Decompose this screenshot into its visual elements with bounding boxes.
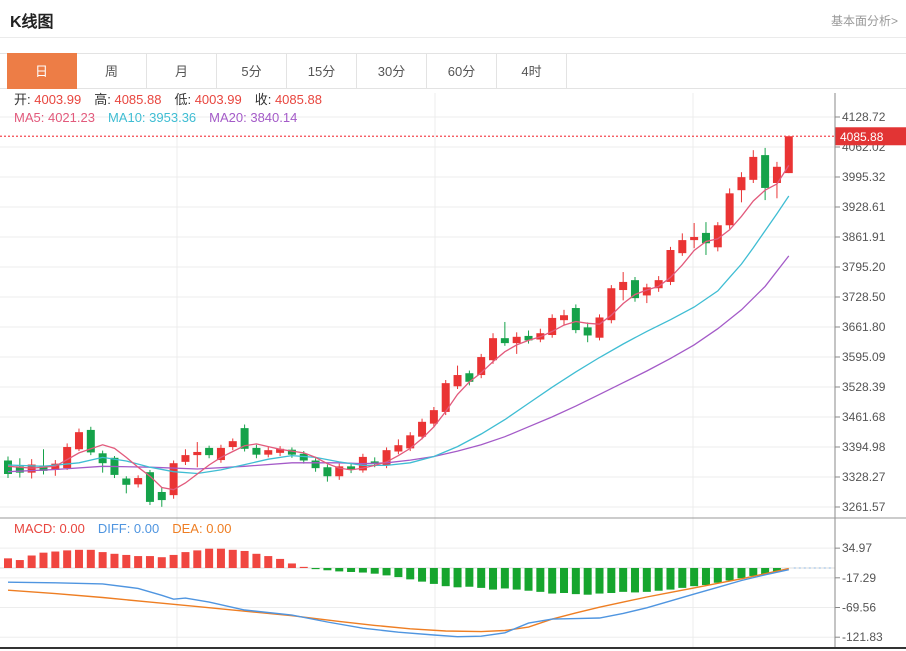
- macd-item: DEA: 0.00: [172, 521, 232, 536]
- svg-text:3661.80: 3661.80: [842, 320, 886, 334]
- svg-text:3261.57: 3261.57: [842, 500, 886, 514]
- ohlc-legend: 开: 4003.99 高: 4085.88 低: 4003.99 收: 4085.88: [14, 92, 335, 107]
- svg-text:-17.29: -17.29: [842, 571, 876, 585]
- ma-legend: MA5: 4021.23 MA10: 3953.36 MA20: 3840.14: [14, 110, 310, 125]
- chart-plot-area[interactable]: [0, 93, 835, 648]
- svg-text:3928.61: 3928.61: [842, 200, 886, 214]
- macd-item: MACD: 0.00: [14, 521, 85, 536]
- tab-周[interactable]: 周: [77, 53, 147, 89]
- tab-月[interactable]: 月: [147, 53, 217, 89]
- macd-legend: MACD: 0.00 DIFF: 0.00 DEA: 0.00: [14, 521, 245, 536]
- page-title: K线图: [10, 14, 54, 31]
- svg-text:-121.83: -121.83: [842, 630, 883, 644]
- tab-日[interactable]: 日: [7, 53, 77, 89]
- ohlc-item: 收: 4085.88: [254, 92, 322, 107]
- tab-4时[interactable]: 4时: [497, 53, 567, 89]
- interval-tabs: 日周月 5分 15分 30分 60分 4时: [7, 53, 567, 89]
- ma-item: MA5: 4021.23: [14, 110, 95, 125]
- macd-item: DIFF: 0.00: [97, 521, 160, 536]
- svg-text:34.97: 34.97: [842, 541, 872, 555]
- svg-text:-69.56: -69.56: [842, 601, 876, 615]
- ohlc-item: 高: 4085.88: [94, 92, 162, 107]
- svg-text:3595.09: 3595.09: [842, 350, 886, 364]
- kline-widget: K线图 基本面分析> 日周月 5分 15分 30分 60分 4时 4128.72 4062.…: [0, 0, 906, 651]
- tab-15分[interactable]: 15分: [287, 53, 357, 89]
- svg-text:3528.39: 3528.39: [842, 380, 886, 394]
- current-price-tag-value: 4085.88: [840, 130, 884, 144]
- tab-60分[interactable]: 60分: [427, 53, 497, 89]
- svg-text:3461.68: 3461.68: [842, 410, 886, 424]
- svg-text:3328.27: 3328.27: [842, 470, 886, 484]
- svg-text:3394.98: 3394.98: [842, 440, 886, 454]
- svg-text:4128.72: 4128.72: [842, 110, 886, 124]
- fundamental-analysis-link[interactable]: 基本面分析>: [831, 12, 898, 29]
- svg-text:3861.91: 3861.91: [842, 230, 886, 244]
- ma-item: MA10: 3953.36: [107, 110, 197, 125]
- tab-5分[interactable]: 5分: [217, 53, 287, 89]
- ma-item: MA20: 3840.14: [209, 110, 298, 125]
- ohlc-item: 开: 4003.99: [14, 92, 82, 107]
- svg-text:3728.50: 3728.50: [842, 290, 886, 304]
- svg-text:3995.32: 3995.32: [842, 170, 886, 184]
- ohlc-item: 低: 4003.99: [174, 92, 242, 107]
- tab-30分[interactable]: 30分: [357, 53, 427, 89]
- svg-text:3795.20: 3795.20: [842, 260, 886, 274]
